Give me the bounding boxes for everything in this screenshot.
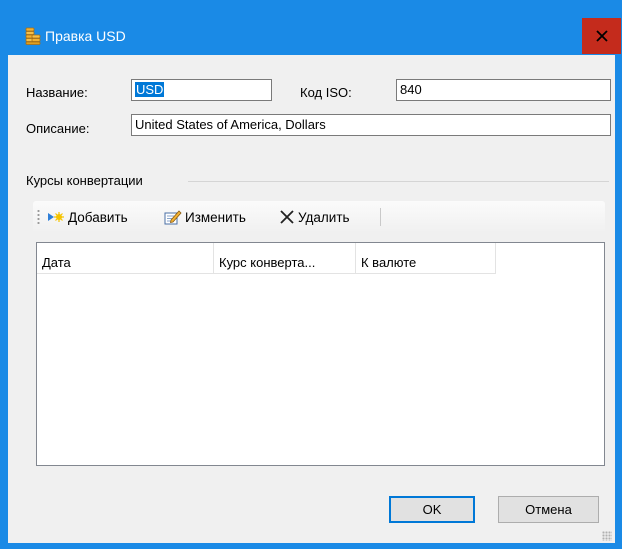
delete-button[interactable]: Удалить: [279, 207, 350, 227]
cancel-button[interactable]: Отмена: [498, 496, 599, 523]
close-icon: [595, 30, 608, 42]
name-value: USD: [135, 82, 165, 97]
rates-toolbar: Добавить Изменить Удалить: [33, 201, 605, 233]
name-label: Название:: [26, 85, 88, 100]
description-label: Описание:: [26, 121, 90, 136]
conversion-rates-group-label: Курсы конвертации: [26, 173, 143, 188]
toolbar-separator: [380, 208, 381, 226]
title-bar[interactable]: Правка USD: [1, 1, 621, 55]
delete-icon: [280, 210, 294, 224]
add-button[interactable]: Добавить: [47, 207, 128, 227]
group-divider: [188, 181, 609, 182]
dialog-window: Правка USD Название: USD Код ISO: 840 Оп…: [0, 0, 622, 549]
add-button-label: Добавить: [68, 209, 128, 225]
column-header-rate[interactable]: Курс конверта...: [214, 243, 356, 274]
toolbar-grip[interactable]: [37, 209, 40, 225]
edit-button-label: Изменить: [185, 209, 246, 225]
edit-icon: [164, 210, 182, 225]
rates-grid[interactable]: Дата Курс конверта... К валюте: [36, 242, 605, 466]
column-header-date[interactable]: Дата: [37, 243, 214, 274]
column-header-to-currency[interactable]: К валюте: [356, 243, 496, 274]
window-title: Правка USD: [45, 28, 126, 44]
edit-button[interactable]: Изменить: [164, 207, 246, 227]
iso-code-label: Код ISO:: [300, 85, 352, 100]
name-field[interactable]: USD: [131, 79, 272, 101]
ok-button[interactable]: OK: [389, 496, 475, 523]
description-field[interactable]: United States of America, Dollars: [131, 114, 611, 136]
resize-grip[interactable]: [602, 531, 612, 541]
grid-header: Дата Курс конверта... К валюте: [37, 243, 496, 274]
delete-button-label: Удалить: [298, 209, 350, 225]
close-button[interactable]: [582, 18, 621, 54]
iso-code-field[interactable]: 840: [396, 79, 611, 101]
coins-icon: [25, 27, 41, 45]
add-icon: [48, 212, 64, 222]
